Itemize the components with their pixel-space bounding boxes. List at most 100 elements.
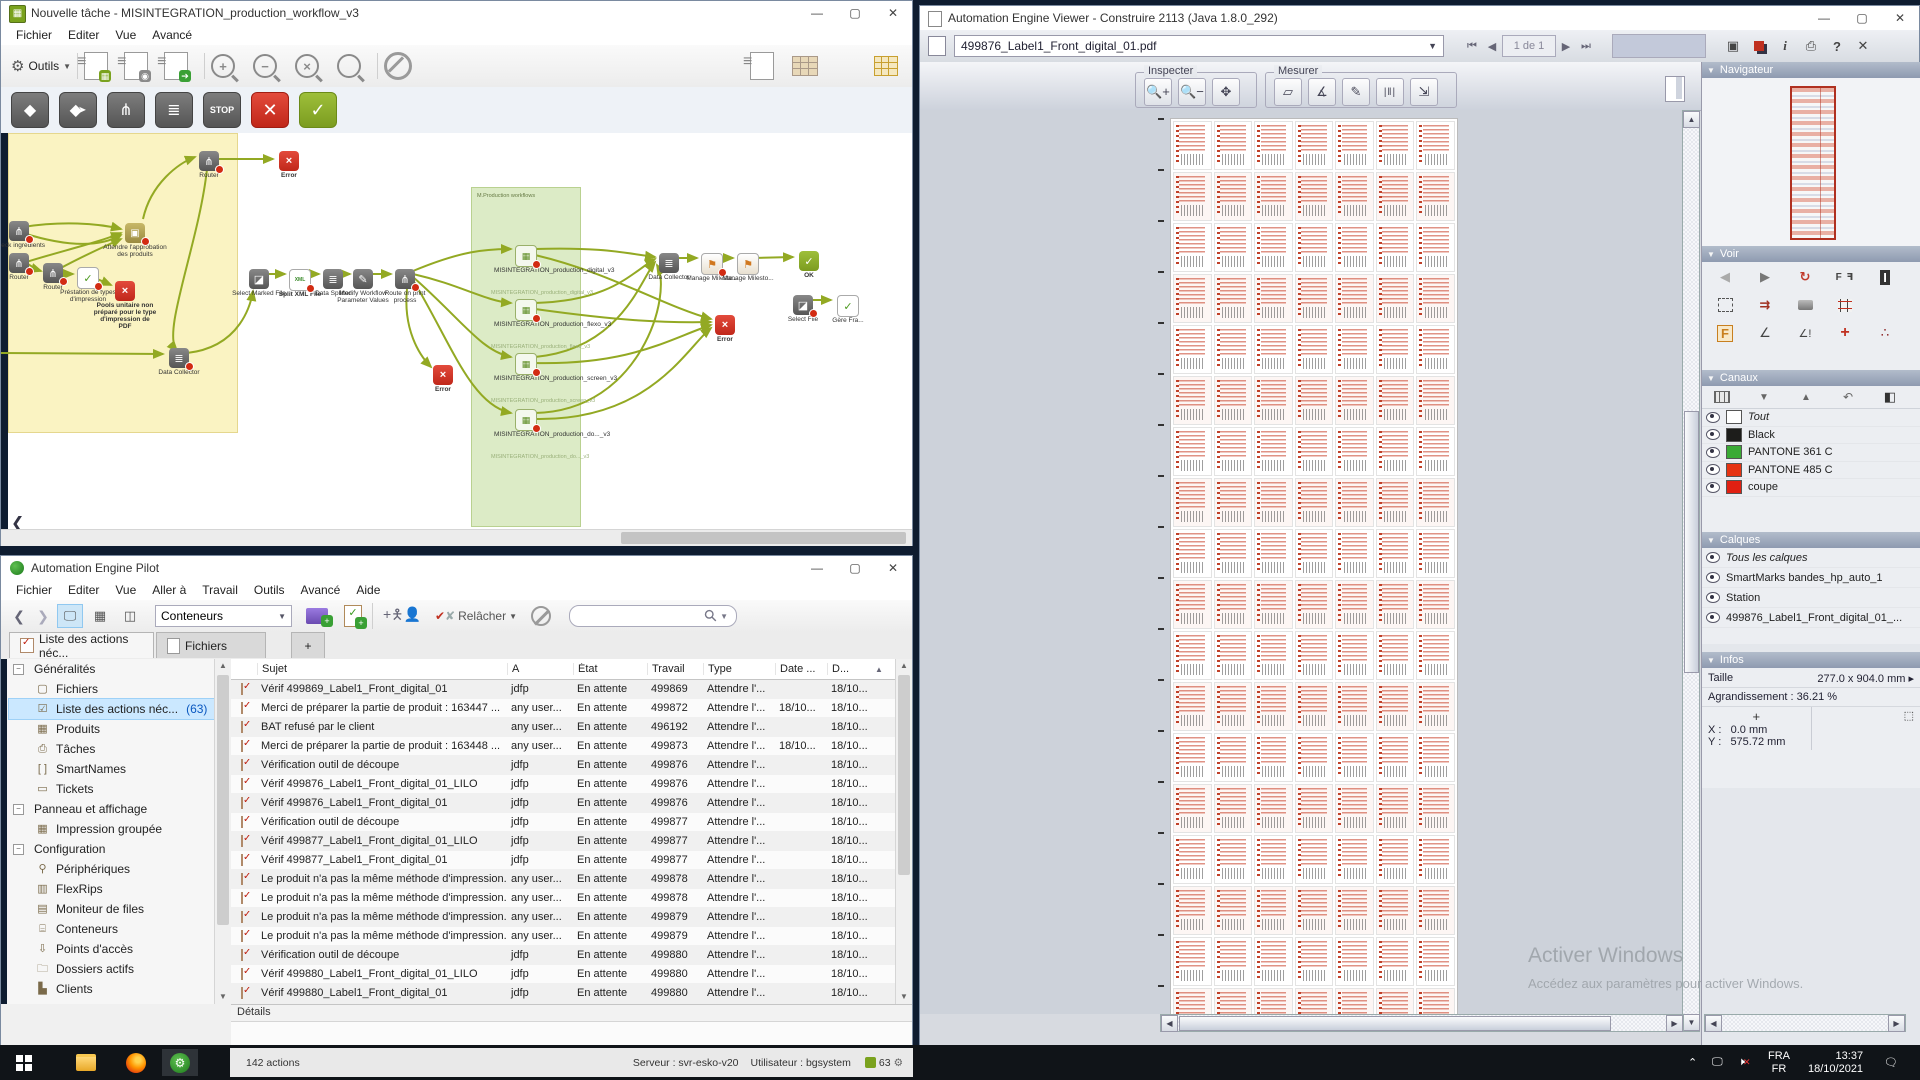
tag-select-icon[interactable]: ◆➤ [59, 92, 97, 128]
workflow-node[interactable]: ⋔ Router [199, 151, 219, 171]
workflow-titlebar[interactable]: ▦ Nouvelle tâche - MISINTEGRATION_produc… [1, 1, 912, 25]
workflow-node[interactable]: ✓ Préstation de types d'impression [77, 267, 99, 289]
table-row[interactable]: Vérification outil de découpe jdfp En at… [231, 813, 895, 832]
channel-tool-icon[interactable] [1836, 389, 1860, 405]
view-pane-icon[interactable]: ◫ [117, 604, 143, 628]
table-scrollbar[interactable]: ▲▼ [895, 659, 912, 1004]
view-tool-icon[interactable] [1752, 266, 1778, 288]
zoom-in-icon[interactable]: + [211, 54, 235, 78]
label-sheet[interactable] [1170, 118, 1458, 1014]
channel-row[interactable]: Tout [1702, 409, 1920, 427]
workflow-node[interactable]: × Error [715, 315, 735, 335]
scroll-thumb[interactable] [621, 532, 906, 544]
channel-tool-icon[interactable] [1710, 389, 1734, 405]
menu-item[interactable]: Aller à [145, 581, 193, 599]
eye-icon[interactable] [1706, 592, 1720, 603]
launch-task-icon[interactable]: ▦ [84, 52, 108, 80]
workflow-node[interactable]: ⋔ Route on print process [395, 269, 415, 289]
zoom-fit-icon[interactable] [337, 54, 361, 78]
info-icon[interactable]: i [1772, 35, 1798, 57]
new-tab-button[interactable]: + [291, 632, 325, 658]
canvas-left-arrow[interactable]: ❮ [11, 513, 24, 529]
sidebar-item[interactable]: ☑ Liste des actions néc... (63) [9, 699, 214, 719]
sidebar-item[interactable]: ⚲ Périphériques [9, 859, 214, 879]
new-page-icon[interactable] [750, 52, 774, 80]
sidebar-item[interactable]: Configuration [9, 839, 214, 859]
workflow-node[interactable]: ≣ Data Collector [659, 253, 679, 273]
workflow-node[interactable]: ▦ MISINTEGRATION_production_flexo_v3 MIS… [515, 299, 537, 321]
ok-tool-icon[interactable]: ✓ [299, 92, 337, 128]
workflow-node[interactable]: ◪ Select File [793, 295, 813, 315]
sidebar-item[interactable]: ▤ Moniteur de files [9, 899, 214, 919]
viewer-titlebar[interactable]: Automation Engine Viewer - Construire 21… [920, 6, 1919, 30]
maximize-button[interactable]: ▢ [1843, 6, 1881, 30]
table-row[interactable]: Le produit n'a pas la même méthode d'imp… [231, 870, 895, 889]
eye-icon[interactable] [1706, 482, 1720, 493]
layer-row[interactable]: Station [1702, 588, 1920, 608]
minimize-button[interactable]: — [798, 1, 836, 25]
sidebar-item[interactable]: ▢ Fichiers [9, 679, 214, 699]
details-bar[interactable]: Détails [231, 1004, 912, 1022]
view-tool-icon[interactable] [1752, 294, 1778, 316]
release-button[interactable]: ✔✘ Relâcher▼ [435, 609, 517, 623]
zoom-reset-icon[interactable]: × [295, 54, 319, 78]
table-row[interactable]: Vérification outil de découpe jdfp En at… [231, 756, 895, 775]
layer-row[interactable]: Tous les calques [1702, 548, 1920, 568]
workflow-canvas[interactable]: M.Production workflows [1, 133, 912, 529]
layer-row[interactable]: SmartMarks bandes_hp_auto_1 [1702, 568, 1920, 588]
view-tool-icon[interactable] [1872, 322, 1898, 344]
forward-icon[interactable]: ❯ [33, 608, 53, 625]
view-tool-icon[interactable] [1712, 266, 1738, 288]
menu-item[interactable]: Outils [247, 581, 292, 599]
new-ticket-icon[interactable]: ✓ + [344, 605, 362, 627]
channel-tool-icon[interactable] [1752, 389, 1776, 405]
menu-item[interactable]: Editer [61, 26, 106, 44]
tab-files[interactable]: Fichiers [156, 632, 266, 658]
sidebar-item[interactable]: ▦ Produits [9, 719, 214, 739]
zoom-out-tool-icon[interactable]: 🔍− [1178, 78, 1206, 106]
workflow-node[interactable]: ▦ MISINTEGRATION_production_digital_v3 M… [515, 245, 537, 267]
channel-row[interactable]: PANTONE 485 C [1702, 462, 1920, 480]
workflow-node[interactable]: ▦ MISINTEGRATION_production_screen_v3 MI… [515, 353, 537, 375]
stop-icon[interactable]: STOP [203, 92, 241, 128]
menu-item[interactable]: Aide [349, 581, 387, 599]
sidebar-item[interactable]: [ ] SmartNames [9, 759, 214, 779]
view-tool-icon[interactable] [1712, 294, 1738, 316]
layer-row[interactable]: 499876_Label1_Front_digital_01_... [1702, 608, 1920, 628]
view-tool-icon[interactable] [1792, 294, 1818, 316]
workflow-node[interactable]: ⋔ Router [9, 253, 29, 273]
palette-grid-icon[interactable] [874, 56, 898, 76]
menu-item[interactable]: Vue [108, 581, 143, 599]
sidebar-item[interactable]: ⎙ Tâches [9, 739, 214, 759]
tray-chevron[interactable]: ⌃ [1688, 1045, 1697, 1080]
launch-inspect-icon[interactable]: ◉ [124, 52, 148, 80]
block-icon[interactable] [531, 606, 551, 626]
sidebar-scrollbar[interactable]: ▲▼ [214, 659, 231, 1004]
eye-icon[interactable] [1706, 552, 1720, 563]
eye-icon[interactable] [1706, 412, 1720, 423]
viewer-canvas[interactable] [920, 110, 1682, 1014]
eye-icon[interactable] [1706, 612, 1720, 623]
sidebar-item[interactable]: ▙ Clients [9, 979, 214, 999]
tag-icon[interactable]: ◆ [11, 92, 49, 128]
channel-row[interactable]: PANTONE 361 C [1702, 444, 1920, 462]
infos-panel-header[interactable]: Infos [1702, 652, 1920, 668]
workflow-node[interactable]: ≣ Data Splitter [323, 269, 343, 289]
tab-actions-list[interactable]: Liste des actions néc... [9, 632, 154, 658]
caliper-icon[interactable]: ∡ [1308, 78, 1336, 106]
navigator-thumbnail[interactable] [1790, 86, 1836, 240]
prev-page-icon[interactable]: ◀ [1482, 40, 1502, 53]
workflow-node[interactable]: ⋔ Check ingredients [9, 221, 29, 241]
notifications-icon[interactable]: 🗨 [1884, 1045, 1898, 1080]
close-file-icon[interactable]: ✕ [1850, 35, 1876, 57]
back-icon[interactable]: ❮ [9, 608, 29, 625]
file-select[interactable]: 499876_Label1_Front_digital_01.pdf▼ [954, 35, 1444, 57]
container-select[interactable]: Conteneurs▼ [155, 605, 292, 627]
zoom-field[interactable] [1612, 34, 1706, 58]
sidebar-item[interactable]: 🗀 Dossiers actifs [9, 959, 214, 979]
workflow-node[interactable]: ≣ Data Collector [169, 348, 189, 368]
sidebar-item[interactable]: Généralités [9, 659, 214, 679]
close-button[interactable]: ✕ [874, 556, 912, 580]
layers-panel-header[interactable]: Calques [1702, 532, 1920, 548]
bricks-icon[interactable] [792, 56, 818, 76]
